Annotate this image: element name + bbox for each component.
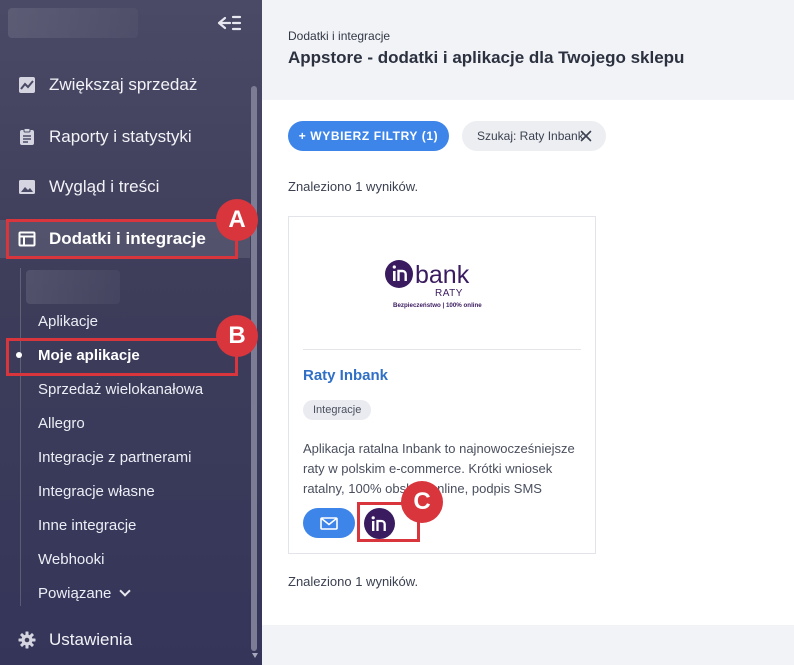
card-divider xyxy=(303,349,581,350)
image-icon xyxy=(19,180,35,194)
results-count-bottom: Znaleziono 1 wyników. xyxy=(288,574,419,589)
sidebar-scrollbar[interactable] xyxy=(251,86,257,651)
sidebar-item-label: Wygląd i treści xyxy=(49,177,160,196)
mail-icon xyxy=(320,516,338,530)
blurred-submenu-item xyxy=(26,270,120,304)
page-title: Appstore - dodatki i aplikacje dla Twoje… xyxy=(288,48,685,67)
submenu-item-multichannel-sales[interactable]: Sprzedaż wielokanałowa xyxy=(38,381,203,398)
contact-button[interactable] xyxy=(303,508,355,538)
inbank-logo-mark: bank RATY Bezpieczeństwo | 100% online xyxy=(385,260,482,309)
results-count-top: Znaleziono 1 wyników. xyxy=(288,179,419,194)
inbank-logo: bank RATY Bezpieczeństwo | 100% online xyxy=(385,258,489,310)
collapse-sidebar-icon[interactable] xyxy=(216,12,242,34)
close-icon[interactable] xyxy=(580,130,592,142)
main-content: + WYBIERZ FILTRY (1) Szukaj: Raty Inbank… xyxy=(262,100,794,625)
page-footer-area xyxy=(262,625,794,665)
annotation-badge-a: A xyxy=(216,199,258,241)
annotation-badge-c: C xyxy=(401,481,443,523)
sidebar-item-sales[interactable]: Zwiększaj sprzedaż xyxy=(0,66,250,104)
search-filter-chip: Szukaj: Raty Inbank xyxy=(462,121,606,151)
chevron-down-icon xyxy=(119,585,132,597)
submenu-item-webhooks[interactable]: Webhooki xyxy=(38,551,104,568)
highlight-box-b xyxy=(6,338,238,376)
sidebar-item-label: Zwiększaj sprzedaż xyxy=(49,75,198,94)
search-filter-label: Szukaj: Raty Inbank xyxy=(477,129,584,143)
highlight-box-a xyxy=(6,219,238,259)
clipboard-icon xyxy=(20,128,34,145)
annotation-badge-b: B xyxy=(216,315,258,357)
submenu-item-own-integrations[interactable]: Integracje własne xyxy=(38,483,155,500)
category-tag: Integracje xyxy=(303,400,372,420)
gear-icon xyxy=(18,631,36,649)
sidebar-item-label: Raporty i statystyki xyxy=(49,127,192,146)
page-header: Dodatki i integracje Appstore - dodatki … xyxy=(262,0,794,100)
scroll-down-arrow-icon[interactable] xyxy=(252,653,258,658)
breadcrumb[interactable]: Dodatki i integracje xyxy=(288,29,390,43)
logo-subtitle: RATY xyxy=(435,288,463,299)
sidebar-item-appearance[interactable]: Wygląd i treści xyxy=(0,168,250,206)
blurred-store-name xyxy=(8,8,138,38)
sidebar-item-reports[interactable]: Raporty i statystyki xyxy=(0,118,250,156)
submenu-item-other-integrations[interactable]: Inne integracje xyxy=(38,517,136,534)
chart-icon xyxy=(19,77,35,93)
app-title[interactable]: Raty Inbank xyxy=(303,367,388,384)
submenu-item-related[interactable]: Powiązane xyxy=(38,585,132,602)
submenu-item-label: Powiązane xyxy=(38,585,112,602)
submenu-guide-line xyxy=(20,268,21,606)
sidebar-item-label: Ustawienia xyxy=(49,630,133,649)
sidebar-item-settings[interactable]: Ustawienia xyxy=(0,621,250,659)
app-description: Aplikacja ratalna Inbank to najnowocześn… xyxy=(303,441,575,496)
submenu-item-partner-integrations[interactable]: Integracje z partnerami xyxy=(38,449,191,466)
logo-word: bank xyxy=(415,261,470,289)
submenu-item-allegro[interactable]: Allegro xyxy=(38,415,85,432)
submenu-item-applications[interactable]: Aplikacje xyxy=(38,313,98,330)
choose-filters-button[interactable]: + WYBIERZ FILTRY (1) xyxy=(288,121,449,151)
logo-tagline: Bezpieczeństwo | 100% online xyxy=(393,302,482,309)
